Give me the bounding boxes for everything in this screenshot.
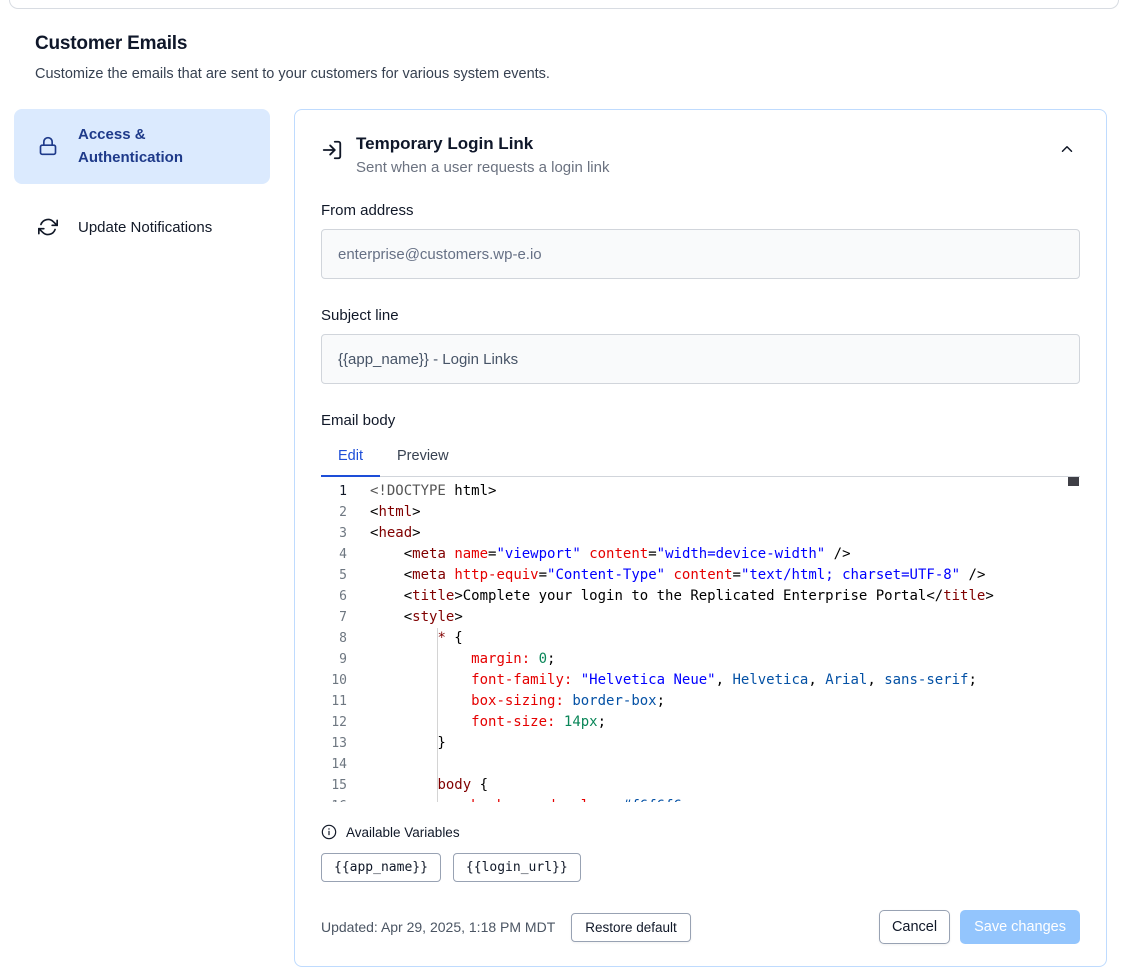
editor-code[interactable]: <!DOCTYPE html><html><head> <meta name="…: [370, 481, 1066, 802]
card-footer: Updated: Apr 29, 2025, 1:18 PM MDT Resto…: [321, 910, 1080, 944]
line-number: 5: [321, 565, 347, 586]
code-line[interactable]: <html>: [370, 502, 1066, 523]
lock-icon: [38, 136, 58, 156]
line-number: 6: [321, 586, 347, 607]
available-variables-header: Available Variables: [321, 824, 1080, 840]
updated-timestamp: Updated: Apr 29, 2025, 1:18 PM MDT: [321, 919, 555, 935]
chevron-up-icon: [1058, 140, 1076, 161]
tab-edit[interactable]: Edit: [321, 437, 380, 477]
content-area: Access & Authentication Update Notificat…: [0, 82, 1128, 967]
variable-chips: {{app_name}} {{login_url}}: [321, 853, 1080, 882]
code-line[interactable]: margin: 0;: [370, 649, 1066, 670]
restore-default-button[interactable]: Restore default: [571, 913, 691, 942]
email-body-field: Email body Edit Preview 1234567891011121…: [321, 412, 1080, 802]
from-address-label: From address: [321, 202, 1080, 219]
code-line[interactable]: font-family: "Helvetica Neue", Helvetica…: [370, 670, 1066, 691]
variable-chip-login-url[interactable]: {{login_url}}: [453, 853, 581, 882]
sidebar-item-update-notifications[interactable]: Update Notifications: [14, 202, 270, 253]
line-number: 8: [321, 628, 347, 649]
line-number: 4: [321, 544, 347, 565]
indent-guide: [437, 628, 438, 802]
code-line[interactable]: <!DOCTYPE html>: [370, 481, 1066, 502]
save-changes-button[interactable]: Save changes: [960, 910, 1080, 944]
subject-line-field: Subject line: [321, 307, 1080, 384]
code-line[interactable]: box-sizing: border-box;: [370, 691, 1066, 712]
code-editor[interactable]: 12345678910111213141516 <!DOCTYPE html><…: [321, 477, 1080, 802]
line-number: 11: [321, 691, 347, 712]
code-line[interactable]: font-size: 14px;: [370, 712, 1066, 733]
editor-scrollbar-thumb[interactable]: [1068, 477, 1079, 486]
sidebar: Access & Authentication Update Notificat…: [14, 109, 270, 253]
line-number: 10: [321, 670, 347, 691]
page-header: Customer Emails Customize the emails tha…: [0, 9, 1128, 82]
available-variables-label: Available Variables: [346, 825, 460, 840]
section-subtitle: Sent when a user requests a login link: [356, 159, 1041, 176]
page-title: Customer Emails: [35, 33, 1093, 55]
code-line[interactable]: }: [370, 733, 1066, 754]
section-title: Temporary Login Link: [356, 134, 1041, 154]
page-description: Customize the emails that are sent to yo…: [35, 66, 1093, 82]
code-line[interactable]: <meta http-equiv="Content-Type" content=…: [370, 565, 1066, 586]
sidebar-item-label: Update Notifications: [78, 216, 212, 239]
cancel-button[interactable]: Cancel: [879, 910, 950, 944]
code-line[interactable]: background-color: #f6f6f6;: [370, 796, 1066, 802]
from-address-input[interactable]: [321, 229, 1080, 279]
log-in-icon: [321, 139, 343, 161]
card-header: Temporary Login Link Sent when a user re…: [321, 134, 1080, 176]
code-line[interactable]: body {: [370, 775, 1066, 796]
line-number: 2: [321, 502, 347, 523]
line-number: 14: [321, 754, 347, 775]
line-number: 12: [321, 712, 347, 733]
email-settings-card: Temporary Login Link Sent when a user re…: [294, 109, 1107, 967]
code-line[interactable]: <title>Complete your login to the Replic…: [370, 586, 1066, 607]
line-number: 7: [321, 607, 347, 628]
sidebar-item-access-authentication[interactable]: Access & Authentication: [14, 109, 270, 184]
refresh-icon: [38, 217, 58, 237]
line-number: 3: [321, 523, 347, 544]
collapse-section-button[interactable]: [1054, 136, 1080, 165]
tab-preview[interactable]: Preview: [380, 437, 466, 477]
sidebar-item-label: Access & Authentication: [78, 123, 228, 170]
code-line[interactable]: <meta name="viewport" content="width=dev…: [370, 544, 1066, 565]
line-number: 13: [321, 733, 347, 754]
info-icon: [321, 824, 337, 840]
code-line[interactable]: * {: [370, 628, 1066, 649]
subject-line-label: Subject line: [321, 307, 1080, 324]
email-body-tabs: Edit Preview: [321, 437, 1080, 477]
variable-chip-app-name[interactable]: {{app_name}}: [321, 853, 441, 882]
email-body-label: Email body: [321, 412, 1080, 429]
line-number: 16: [321, 796, 347, 802]
subject-line-input[interactable]: [321, 334, 1080, 384]
code-line[interactable]: [370, 754, 1066, 775]
code-line[interactable]: <head>: [370, 523, 1066, 544]
line-number: 9: [321, 649, 347, 670]
previous-card-bottom-edge: [9, 0, 1119, 9]
editor-gutter: 12345678910111213141516: [321, 481, 347, 802]
line-number: 1: [321, 481, 347, 502]
line-number: 15: [321, 775, 347, 796]
code-line[interactable]: <style>: [370, 607, 1066, 628]
from-address-field: From address: [321, 202, 1080, 279]
